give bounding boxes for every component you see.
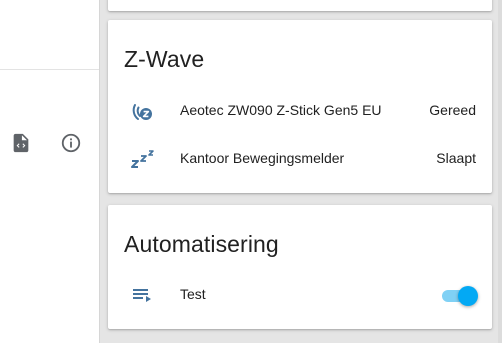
automation-toggle[interactable] (440, 283, 478, 307)
automation-card: Automatisering Test (108, 205, 492, 329)
toggle-thumb (458, 286, 478, 306)
automation-row[interactable]: Test (108, 275, 492, 315)
zwave-card-title: Z-Wave (124, 46, 205, 72)
scrollbar[interactable] (498, 0, 502, 343)
card-partial-top (108, 0, 492, 11)
code-file-icon[interactable] (10, 132, 32, 154)
device-name: Aeotec ZW090 Z-Stick Gen5 EU (180, 102, 382, 118)
zwave-device-row[interactable]: Kantoor Bewegingsmelder Slaapt (108, 139, 492, 179)
zwave-device-row[interactable]: Aeotec ZW090 Z-Stick Gen5 EU Gereed (108, 91, 492, 131)
automation-card-title: Automatisering (124, 231, 279, 257)
zwave-signal-icon (130, 99, 156, 123)
device-state: Slaapt (436, 150, 476, 166)
left-panel-toolbar (0, 0, 99, 70)
playlist-play-icon (130, 283, 156, 307)
device-name: Kantoor Bewegingsmelder (180, 150, 345, 166)
left-panel (0, 0, 100, 343)
info-icon[interactable] (60, 132, 82, 154)
automation-name: Test (180, 286, 206, 302)
sleep-zzz-icon (130, 147, 156, 171)
zwave-card: Z-Wave Aeotec ZW090 Z-Stick Gen5 EU Gere… (108, 20, 492, 193)
device-state: Gereed (429, 102, 476, 118)
